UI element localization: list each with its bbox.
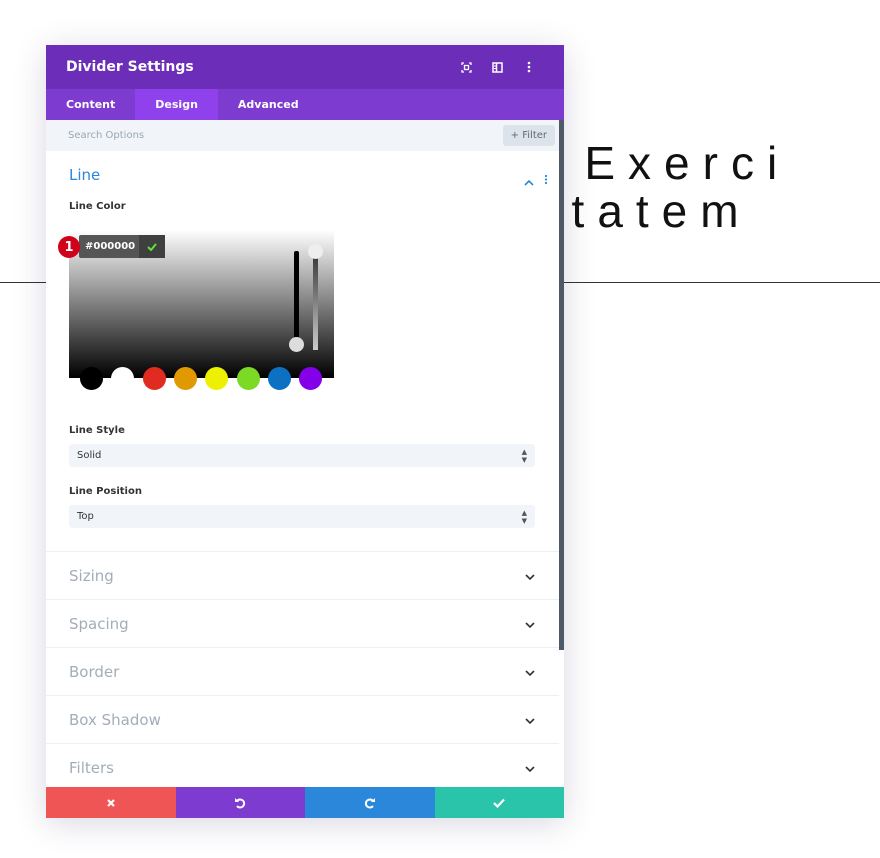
close-icon [106,798,115,807]
tab-design[interactable]: Design [135,89,218,120]
color-swatch[interactable] [205,367,229,390]
search-input[interactable]: Search Options [68,130,503,141]
opacity-slider-handle[interactable] [308,244,323,259]
divider-settings-modal: Divider Settings Content Design Advanced… [46,45,564,818]
line-position-label: Line Position [69,486,142,497]
select-arrows-icon: ▲ ▼ [521,447,527,464]
hue-slider[interactable] [294,251,299,346]
filter-button[interactable]: + Filter [502,125,555,146]
discard-button[interactable] [46,787,176,818]
color-swatch[interactable] [142,367,166,390]
section-more-icon[interactable] [544,170,548,189]
select-arrows-icon: ▲ ▼ [521,508,527,525]
modal-title: Divider Settings [66,59,194,75]
tab-bar: Content Design Advanced [46,89,564,120]
tab-advanced[interactable]: Advanced [218,89,319,120]
layout-icon[interactable] [482,61,513,73]
chevron-down-icon [525,759,535,777]
filter-label: Filter [522,130,547,141]
line-position-select[interactable]: Top ▲ ▼ [69,505,535,528]
section-filters[interactable]: Filters [46,743,559,791]
modal-footer [46,787,564,818]
undo-icon [235,797,246,808]
section-title: Sizing [69,566,114,585]
line-style-select[interactable]: Solid ▲ ▼ [69,444,535,467]
section-title-line[interactable]: Line [69,166,100,184]
hue-slider-handle[interactable] [289,337,304,352]
chevron-down-icon [525,663,535,681]
color-swatch[interactable] [299,367,323,390]
tab-content[interactable]: Content [46,89,135,120]
opacity-slider[interactable] [313,251,318,350]
section-title: Box Shadow [69,710,161,729]
focus-icon[interactable] [451,61,482,73]
line-style-value: Solid [77,450,102,461]
section-border[interactable]: Border [46,647,559,695]
section-title: Filters [69,758,114,777]
section-title: Spacing [69,614,129,633]
section-sizing[interactable]: Sizing [46,551,559,599]
undo-button[interactable] [175,787,305,818]
scrollbar[interactable] [559,120,564,650]
modal-header: Divider Settings [46,45,564,89]
check-icon[interactable] [139,235,165,258]
check-icon [493,798,506,808]
hex-input[interactable]: #000000 [79,235,165,258]
line-color-label: Line Color [69,201,126,212]
more-icon[interactable] [513,61,544,73]
line-position-value: Top [77,511,94,522]
plus-icon: + [510,130,523,141]
color-swatch[interactable] [111,367,135,390]
color-swatch[interactable] [236,367,260,390]
step-badge: 1 [58,236,80,258]
color-swatch[interactable] [267,367,291,390]
color-swatch[interactable] [80,367,103,390]
save-button[interactable] [434,787,564,818]
color-swatch[interactable] [173,367,197,390]
section-spacing[interactable]: Spacing [46,599,559,647]
redo-icon [364,797,375,808]
redo-button[interactable] [305,787,435,818]
chevron-down-icon [525,711,535,729]
search-bar: Search Options + Filter [46,120,564,151]
chevron-down-icon [525,567,535,585]
chevron-up-icon[interactable] [524,171,534,190]
section-title: Border [69,662,120,681]
hex-value[interactable]: #000000 [79,241,139,252]
line-style-label: Line Style [69,425,125,436]
section-box-shadow[interactable]: Box Shadow [46,695,559,743]
chevron-down-icon [525,615,535,633]
